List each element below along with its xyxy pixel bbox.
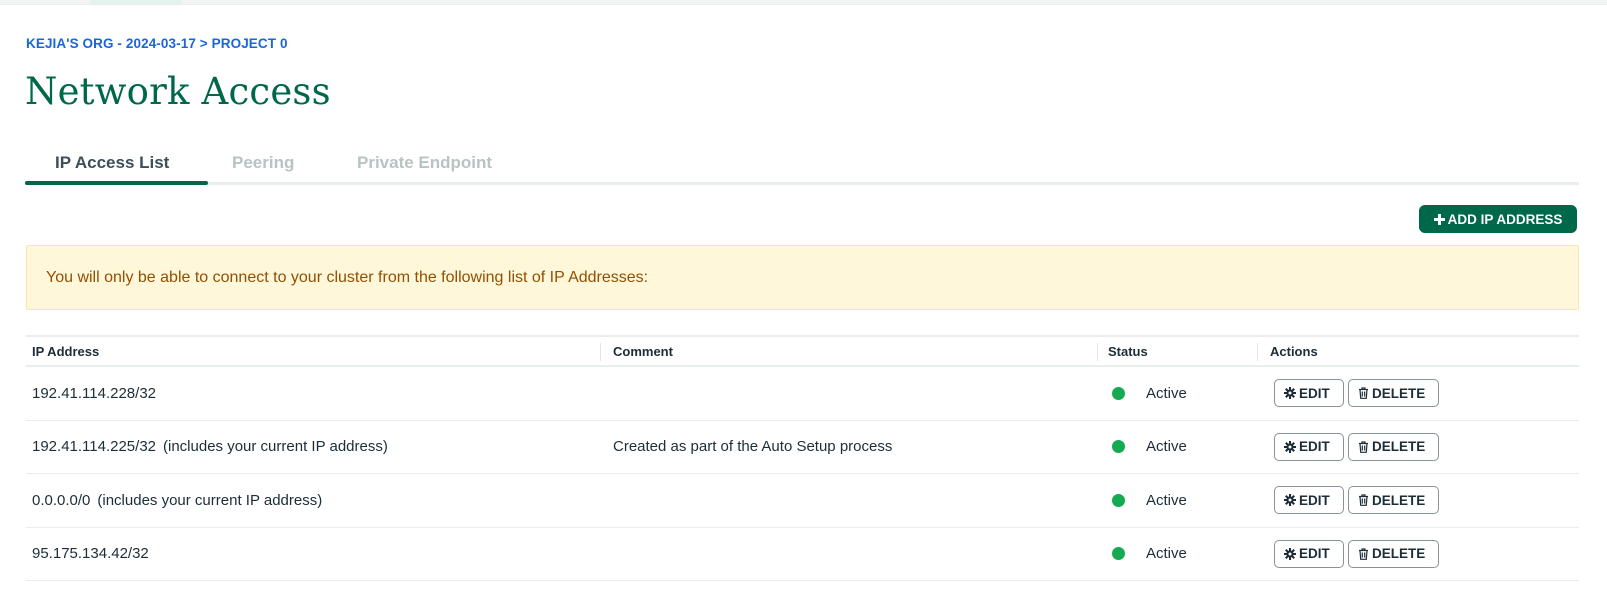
comment-cell: Created as part of the Auto Setup proces… [613, 421, 892, 474]
current-ip-note: (includes your current IP address) [163, 438, 388, 456]
edit-button-label: EDIT [1299, 385, 1330, 401]
current-ip-note: (includes your current IP address) [97, 491, 323, 509]
edit-button-label: EDIT [1299, 546, 1330, 562]
ip-address-value: 95.175.134.42/32 [32, 545, 149, 563]
delete-button-label: DELETE [1372, 492, 1426, 508]
ip-address-cell: 192.41.114.228/32 [32, 367, 156, 420]
gear-icon [1284, 440, 1296, 453]
delete-button[interactable]: DELETE [1348, 379, 1439, 408]
actions-cell: EDIT DELETE [1274, 421, 1439, 474]
status-cell: Active [1112, 421, 1187, 474]
tab-bar: IP Access List Peering Private Endpoint [25, 143, 1579, 188]
status-label: Active [1146, 384, 1187, 402]
actions-cell: EDIT DELETE [1274, 528, 1439, 581]
status-label: Active [1146, 491, 1187, 509]
breadcrumb-separator: > [199, 36, 208, 51]
ip-access-table: IP Address Comment Status Actions 192.41… [26, 335, 1579, 581]
delete-button-label: DELETE [1372, 546, 1426, 562]
status-cell: Active [1112, 528, 1187, 581]
top-nav-strip [0, 0, 1607, 5]
column-header-ip-address[interactable]: IP Address [32, 337, 99, 365]
edit-button-label: EDIT [1299, 439, 1330, 455]
delete-button[interactable]: DELETE [1348, 486, 1439, 515]
column-header-comment[interactable]: Comment [613, 337, 673, 365]
edit-button[interactable]: EDIT [1274, 379, 1344, 408]
breadcrumb: KEJIA'S ORG - 2024-03-17 > PROJECT 0 [26, 36, 288, 51]
table-row: 0.0.0.0/0 (includes your current IP addr… [26, 474, 1579, 528]
table-header: IP Address Comment Status Actions [26, 335, 1579, 367]
ip-address-cell: 0.0.0.0/0 (includes your current IP addr… [32, 474, 322, 527]
ip-address-cell: 192.41.114.225/32 (includes your current… [32, 421, 388, 474]
table-row: 192.41.114.225/32 (includes your current… [26, 421, 1579, 474]
warning-banner: You will only be able to connect to your… [26, 245, 1579, 310]
status-label: Active [1146, 438, 1187, 456]
top-nav-active-indicator [90, 0, 182, 4]
column-divider [1257, 343, 1258, 361]
add-ip-address-button[interactable]: ADD IP ADDRESS [1419, 205, 1577, 233]
warning-banner-text: You will only be able to connect to your… [46, 268, 649, 286]
tab-private-endpoint[interactable]: Private Endpoint [357, 153, 492, 173]
column-header-actions: Actions [1270, 343, 1318, 359]
trash-icon [1359, 441, 1368, 453]
gear-icon [1284, 494, 1296, 507]
tab-ip-access-list[interactable]: IP Access List [55, 153, 169, 173]
status-cell: Active [1112, 367, 1187, 420]
ip-address-value: 0.0.0.0/0 [32, 491, 91, 509]
actions-cell: EDIT DELETE [1274, 367, 1439, 420]
breadcrumb-org-link[interactable]: KEJIA'S ORG - 2024-03-17 [26, 36, 196, 51]
delete-button-label: DELETE [1372, 385, 1426, 401]
table-row: 95.175.134.42/32 Active EDIT DELETE [26, 528, 1579, 581]
tab-bar-divider [25, 182, 1579, 185]
add-ip-address-label: ADD IP ADDRESS [1447, 211, 1563, 227]
page-title: Network Access [25, 70, 331, 113]
ip-address-cell: 95.175.134.42/32 [32, 528, 149, 581]
edit-button-label: EDIT [1299, 492, 1330, 508]
edit-button[interactable]: EDIT [1274, 539, 1344, 568]
delete-button-label: DELETE [1372, 439, 1426, 455]
column-divider [600, 343, 601, 361]
table-row: 192.41.114.228/32 Active EDIT DELETE [26, 367, 1579, 421]
comment-value: Created as part of the Auto Setup proces… [613, 438, 893, 456]
edit-button[interactable]: EDIT [1274, 486, 1344, 515]
ip-address-value: 192.41.114.225/32 [32, 438, 157, 456]
status-active-dot [1112, 386, 1125, 400]
actions-cell: EDIT DELETE [1274, 474, 1439, 527]
delete-button[interactable]: DELETE [1348, 432, 1439, 461]
plus-icon [1433, 213, 1445, 225]
status-active-dot [1112, 547, 1125, 561]
column-header-status[interactable]: Status [1108, 337, 1148, 365]
trash-icon [1359, 548, 1368, 560]
tab-peering[interactable]: Peering [232, 153, 294, 173]
status-active-dot [1112, 440, 1125, 454]
column-divider [1097, 343, 1098, 361]
tab-active-indicator [25, 181, 208, 185]
status-label: Active [1146, 545, 1187, 563]
gear-icon [1284, 387, 1296, 400]
ip-address-value: 192.41.114.228/32 [32, 384, 157, 402]
breadcrumb-project-link[interactable]: PROJECT 0 [212, 36, 288, 51]
trash-icon [1359, 494, 1368, 507]
edit-button[interactable]: EDIT [1274, 432, 1344, 461]
delete-button[interactable]: DELETE [1348, 539, 1439, 568]
gear-icon [1284, 547, 1296, 560]
status-active-dot [1112, 493, 1125, 507]
status-cell: Active [1112, 474, 1187, 527]
trash-icon [1359, 387, 1368, 400]
